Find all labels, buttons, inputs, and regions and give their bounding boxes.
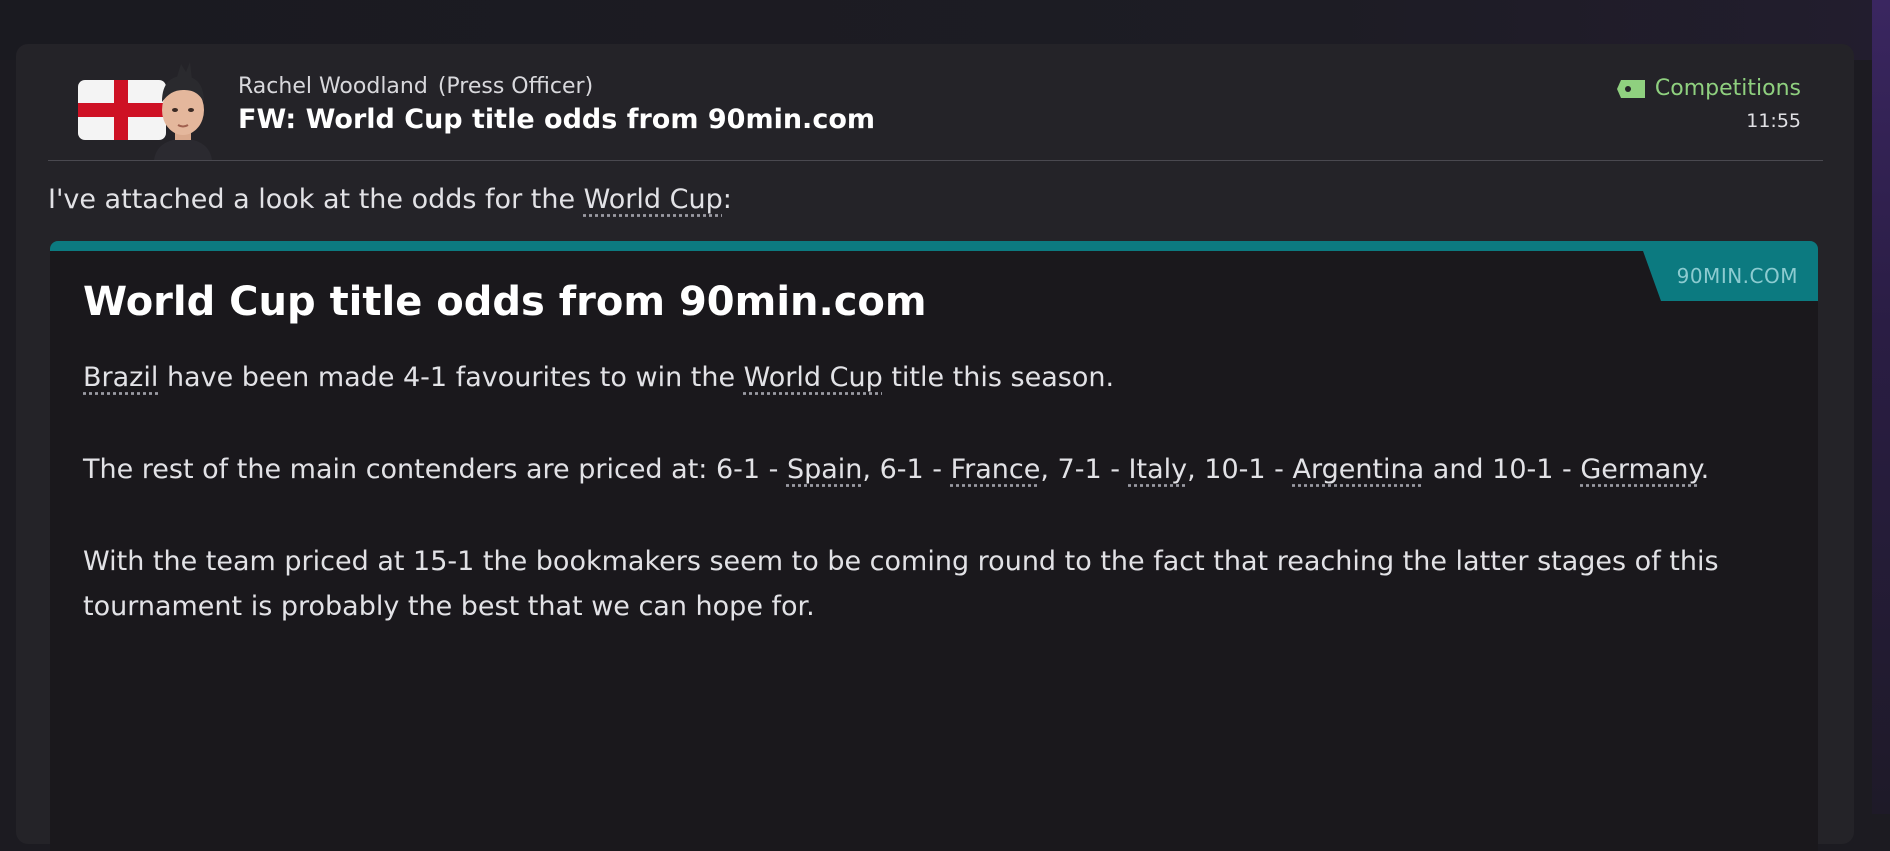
sender-avatar[interactable] [148,62,218,160]
message-subject: FW: World Cup title odds from 90min.com [238,104,875,135]
article-title: World Cup title odds from 90min.com [83,279,927,325]
p1-text-2: title this season. [883,362,1114,393]
p2-text-4: , 10-1 - [1187,454,1292,485]
spain-link[interactable]: Spain [787,454,862,485]
france-link[interactable]: France [951,454,1041,485]
source-badge: 90MIN.COM [1643,251,1818,301]
ticket-icon [1617,80,1645,98]
italy-link[interactable]: Italy [1129,454,1188,485]
category-tag[interactable]: Competitions [1617,76,1801,101]
message-header: Rachel Woodland (Press Officer) FW: World… [48,56,1823,161]
sender-line: Rachel Woodland (Press Officer) [238,74,593,99]
brazil-link[interactable]: Brazil [83,362,158,393]
sender-role: (Press Officer) [438,74,593,99]
category-label: Competitions [1655,76,1801,101]
intro-after: : [723,184,732,215]
article-paragraph-2: The rest of the main contenders are pric… [83,447,1763,492]
argentina-link[interactable]: Argentina [1292,454,1424,485]
world-cup-link[interactable]: World Cup [744,362,883,393]
p2-text-2: , 6-1 - [862,454,950,485]
p2-text-5: and 10-1 - [1424,454,1580,485]
article-paragraph-1: Brazil have been made 4-1 favourites to … [83,355,1763,400]
p1-text-1: have been made 4-1 favourites to win the [158,362,743,393]
germany-link[interactable]: Germany [1580,454,1700,485]
intro-before: I've attached a look at the odds for the [48,184,575,215]
p2-text-6: . [1701,454,1710,485]
world-cup-link[interactable]: World Cup [584,184,723,215]
news-article: 90MIN.COM World Cup title odds from 90mi… [50,241,1818,851]
right-edge-background [1872,0,1890,814]
p2-text-3: , 7-1 - [1040,454,1128,485]
p2-text-1: The rest of the main contenders are pric… [83,454,787,485]
sender-name[interactable]: Rachel Woodland [238,74,428,99]
message-time: 11:55 [1746,110,1801,132]
intro-text: I've attached a look at the odds for the… [48,184,732,215]
article-paragraph-3: With the team priced at 15-1 the bookmak… [83,539,1763,629]
